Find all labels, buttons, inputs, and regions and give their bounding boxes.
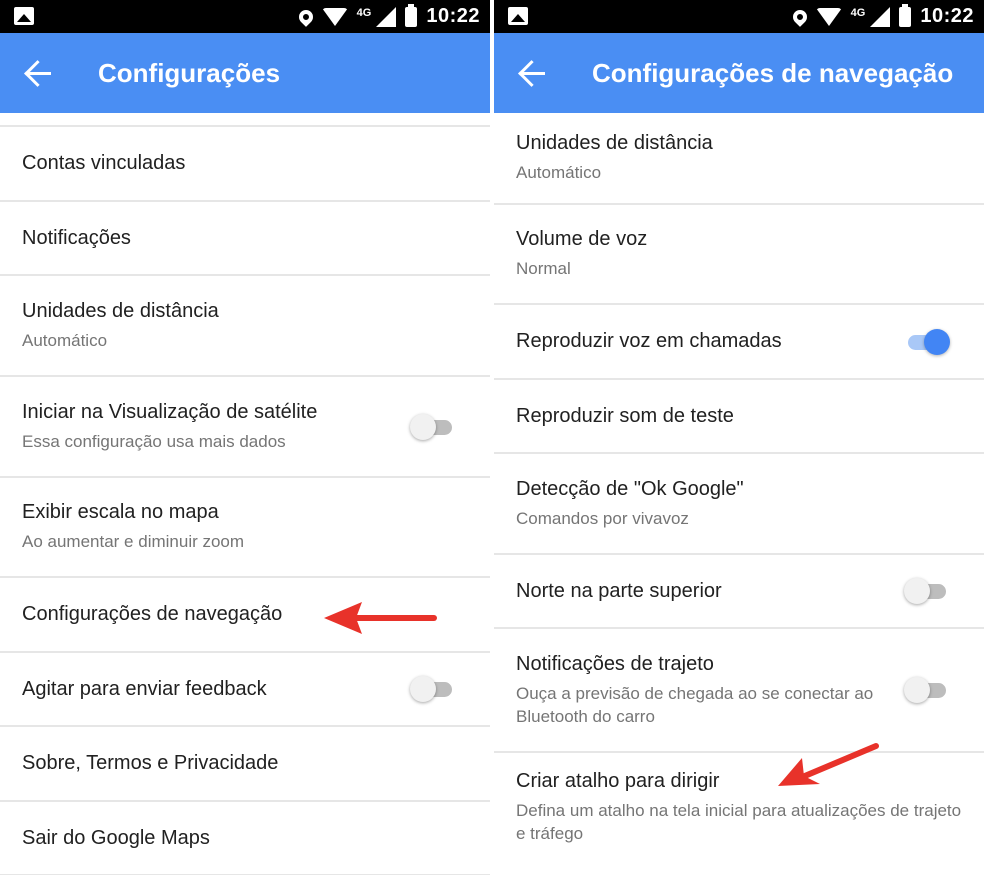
- item-subtitle: Defina um atalho na tela inicial para at…: [516, 800, 962, 843]
- signal-icon: [376, 6, 397, 27]
- app-bar: Configurações: [0, 33, 490, 113]
- item-title: Norte na parte superior: [516, 579, 722, 602]
- nav-item-distance-units[interactable]: Unidades de distância Automático: [494, 113, 984, 205]
- item-title: Sobre, Termos e Privacidade: [22, 752, 279, 774]
- item-title: Reproduzir som de teste: [516, 404, 734, 427]
- network-type: 4G: [850, 6, 866, 19]
- nav-item-ok-google[interactable]: Detecção de "Ok Google" Comandos por viv…: [494, 454, 984, 555]
- signal-icon: [870, 6, 891, 27]
- settings-item-sign-out[interactable]: Sair do Google Maps: [0, 802, 490, 875]
- item-subtitle: Automático: [22, 330, 108, 350]
- item-subtitle: Automático: [516, 163, 602, 182]
- battery-icon: [899, 3, 912, 27]
- navigation-settings-list: Unidades de distância Automático Volume …: [494, 113, 984, 861]
- arrow-back-icon[interactable]: [519, 59, 547, 87]
- gallery-icon: [508, 7, 528, 25]
- item-title: Exibir escala no mapa: [22, 501, 219, 523]
- page-title: Configurações: [98, 58, 281, 88]
- voice-during-calls-toggle[interactable]: [904, 327, 950, 357]
- item-title: Unidades de distância: [22, 299, 219, 322]
- settings-item-linked-accounts[interactable]: Contas vinculadas: [0, 127, 490, 202]
- item-title: Volume de voz: [516, 228, 648, 250]
- arrow-back-icon[interactable]: [25, 59, 53, 87]
- item-title: Unidades de distância: [516, 132, 713, 154]
- settings-item-satellite-view[interactable]: Iniciar na Visualização de satélite Essa…: [0, 377, 490, 478]
- nav-item-voice-volume[interactable]: Volume de voz Normal: [494, 205, 984, 305]
- nav-item-test-sound[interactable]: Reproduzir som de teste: [494, 380, 984, 454]
- nav-item-driving-shortcut[interactable]: Criar atalho para dirigir Defina um atal…: [494, 753, 984, 861]
- status-bar: 4G 10:22: [0, 0, 490, 33]
- item-subtitle: Essa configuração usa mais dados: [22, 431, 286, 451]
- nav-item-route-notifications[interactable]: Notificações de trajeto Ouça a previsão …: [494, 629, 984, 753]
- battery-icon: [405, 3, 418, 27]
- wifi-icon: [321, 7, 348, 26]
- item-title: Configurações de navegação: [22, 603, 283, 625]
- nav-item-voice-during-calls[interactable]: Reproduzir voz em chamadas: [494, 305, 984, 380]
- item-title: Notificações de trajeto: [516, 652, 714, 675]
- item-title: Notificações: [22, 226, 131, 249]
- settings-item-shake-feedback[interactable]: Agitar para enviar feedback: [0, 653, 490, 727]
- item-title: Criar atalho para dirigir: [516, 769, 720, 792]
- item-title: Contas vinculadas: [22, 152, 186, 174]
- settings-item-map-scale[interactable]: Exibir escala no mapa Ao aumentar e dimi…: [0, 478, 490, 578]
- location-pin-icon: [789, 6, 810, 27]
- status-bar: 4G 10:22: [494, 0, 984, 33]
- item-subtitle: Normal: [516, 259, 571, 278]
- item-title: Detecção de "Ok Google": [516, 477, 744, 500]
- clock: 10:22: [426, 5, 480, 27]
- clock: 10:22: [920, 5, 974, 27]
- settings-list: Contas vinculadas Notificações Unidades …: [0, 113, 490, 875]
- shake-feedback-toggle[interactable]: [410, 674, 456, 704]
- network-type: 4G: [356, 6, 372, 19]
- app-bar: Configurações de navegação: [494, 33, 984, 113]
- wifi-icon: [815, 7, 842, 26]
- item-subtitle: Ouça a previsão de chegada ao se conecta…: [516, 683, 874, 726]
- item-subtitle: Ao aumentar e diminuir zoom: [22, 532, 245, 551]
- settings-item-about[interactable]: Sobre, Termos e Privacidade: [0, 727, 490, 802]
- route-notifications-toggle[interactable]: [904, 675, 950, 705]
- settings-item-distance-units[interactable]: Unidades de distância Automático: [0, 276, 490, 377]
- item-title: Reproduzir voz em chamadas: [516, 330, 782, 352]
- north-up-toggle[interactable]: [904, 576, 950, 606]
- item-subtitle: Comandos por vivavoz: [516, 508, 689, 528]
- gallery-icon: [14, 7, 34, 25]
- page-title: Configurações de navegação: [592, 58, 954, 88]
- navigation-settings-screen: 4G 10:22 Configurações de navegação Unid…: [494, 0, 984, 875]
- settings-item-navigation-settings[interactable]: Configurações de navegação: [0, 578, 490, 653]
- settings-item-notifications[interactable]: Notificações: [0, 202, 490, 276]
- location-pin-icon: [295, 6, 316, 27]
- satellite-view-toggle[interactable]: [410, 412, 456, 442]
- settings-screen: 4G 10:22 Configurações Contas vinculadas…: [0, 0, 490, 875]
- item-title: Iniciar na Visualização de satélite: [22, 400, 318, 423]
- item-title: Agitar para enviar feedback: [22, 677, 267, 700]
- nav-item-north-up[interactable]: Norte na parte superior: [494, 555, 984, 629]
- item-title: Sair do Google Maps: [22, 826, 210, 849]
